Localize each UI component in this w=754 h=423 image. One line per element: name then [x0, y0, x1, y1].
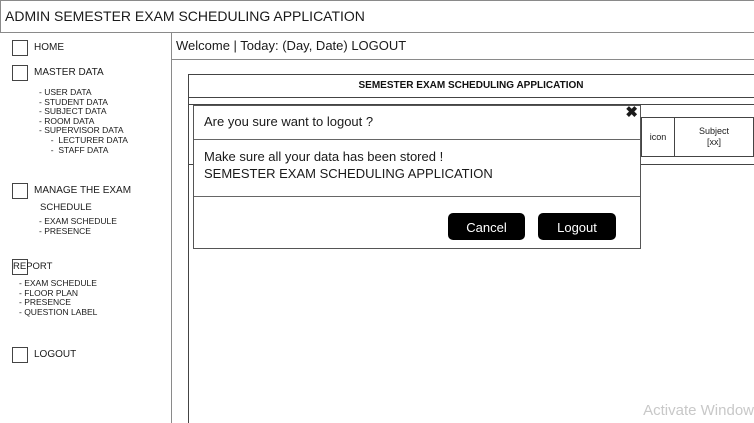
sidebar-item-home[interactable]: HOME — [12, 40, 64, 56]
subject-header-line2: [xx] — [706, 137, 721, 147]
report-submenu: - EXAM SCHEDULE - FLOOR PLAN - PRESENCE … — [19, 278, 97, 318]
submenu-item-question-label[interactable]: - QUESTION LABEL — [19, 307, 97, 318]
window-title: ADMIN SEMESTER EXAM SCHEDULING APPLICATI… — [0, 0, 754, 33]
manage-label-continued: SCHEDULE — [40, 202, 92, 213]
close-icon[interactable]: ✖ — [625, 105, 638, 121]
sidebar-item-master-data[interactable]: MASTER DATA — [12, 65, 104, 81]
column-header-icon: icon — [641, 117, 675, 157]
dialog-message-line1: Make sure all your data has been stored … — [204, 149, 444, 164]
welcome-bar: Welcome | Today: (Day, Date) LOGOUT — [172, 33, 754, 60]
sidebar-item-manage-exam[interactable]: MANAGE THE EXAM — [12, 183, 131, 199]
sidebar-item-label: LOGOUT — [34, 349, 77, 360]
dialog-title: Are you sure want to logout ? — [194, 106, 640, 140]
sidebar: HOME MASTER DATA - USER DATA - STUDENT D… — [0, 33, 172, 423]
report-label: REPORT — [13, 261, 53, 272]
logout-button[interactable]: Logout — [538, 213, 616, 240]
sidebar-item-label: HOME — [34, 42, 64, 53]
manage-exam-submenu: - EXAM SCHEDULE - PRESENCE — [39, 216, 117, 237]
manage-exam-checkbox[interactable] — [12, 183, 28, 199]
logout-dialog: Are you sure want to logout ? ✖ Make sur… — [193, 105, 641, 249]
dialog-message-line2: SEMESTER EXAM SCHEDULING APPLICATION — [204, 165, 493, 181]
activation-watermark: Activate Window — [643, 402, 754, 419]
master-data-checkbox[interactable] — [12, 65, 28, 81]
sidebar-item-label: MANAGE THE EXAM — [34, 183, 131, 197]
master-data-submenu: - USER DATA - STUDENT DATA - SUBJECT DAT… — [39, 87, 128, 156]
submenu-item-staff-data[interactable]: - STAFF DATA — [39, 145, 128, 156]
dialog-message: Make sure all your data has been stored … — [204, 149, 493, 182]
submenu-item-presence[interactable]: - PRESENCE — [39, 226, 117, 237]
home-checkbox[interactable] — [12, 40, 28, 56]
subject-header-line1: Subject — [698, 126, 730, 136]
sidebar-item-logout[interactable]: LOGOUT — [12, 347, 76, 363]
sidebar-item-label: MASTER DATA — [34, 67, 104, 78]
page-title: SEMESTER EXAM SCHEDULING APPLICATION — [188, 74, 754, 98]
cancel-button[interactable]: Cancel — [448, 213, 525, 240]
logout-checkbox[interactable] — [12, 347, 28, 363]
dialog-divider — [194, 196, 640, 197]
column-header-subject[interactable]: Subject [xx] — [674, 117, 754, 157]
manage-label-line1: MANAGE THE EXAM — [34, 185, 132, 196]
